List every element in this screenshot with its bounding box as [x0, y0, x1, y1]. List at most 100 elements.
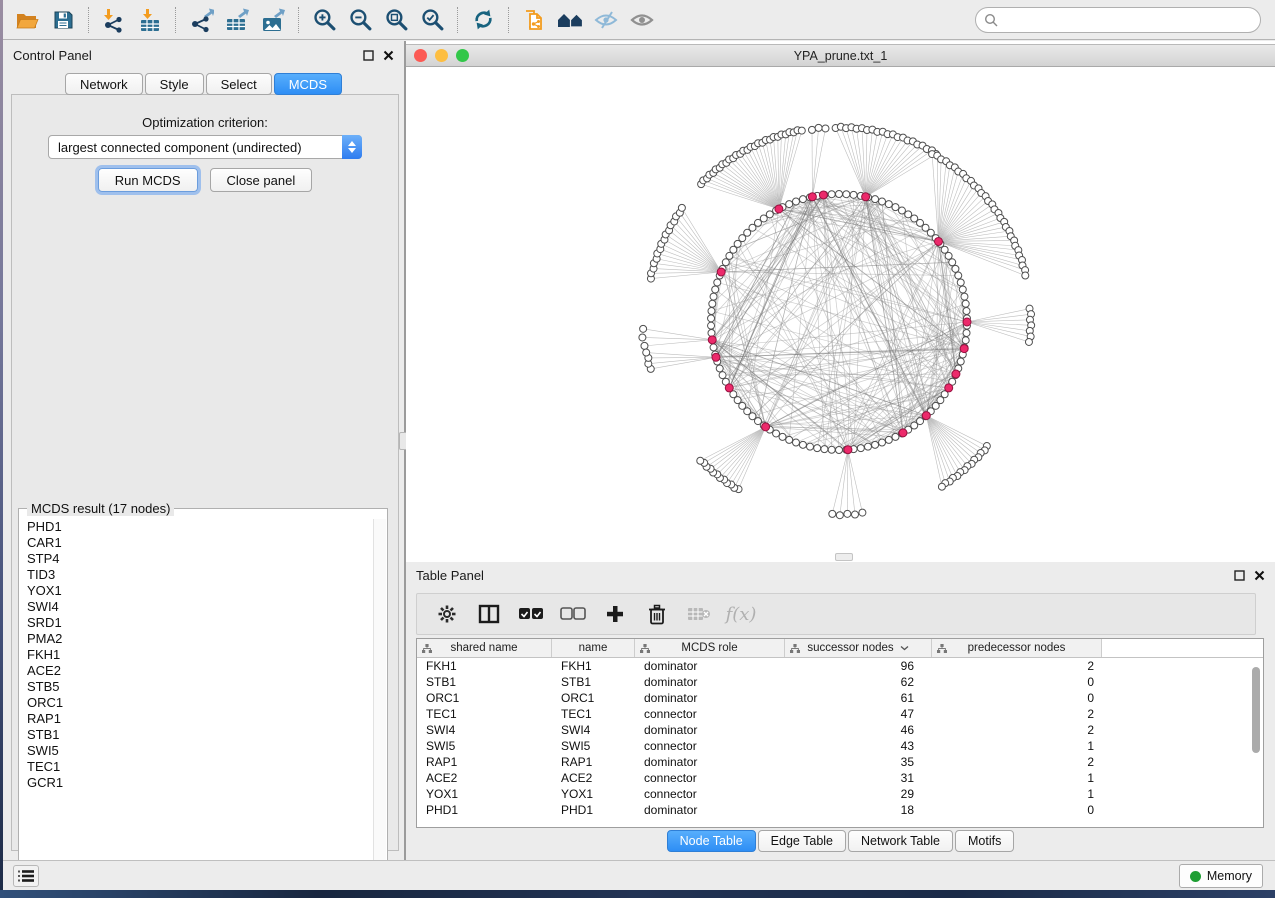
- table-cell: dominator: [635, 754, 785, 770]
- table-row[interactable]: ORC1ORC1dominator610: [417, 690, 1263, 706]
- delete-column-button[interactable]: [643, 600, 671, 628]
- mcds-node-item[interactable]: PMA2: [20, 631, 372, 647]
- deselect-all-rows-button[interactable]: [559, 600, 587, 628]
- refresh-button[interactable]: [465, 4, 501, 36]
- delete-table-icon: [687, 606, 711, 622]
- table-cell: connector: [635, 738, 785, 754]
- memory-status-dot: [1190, 871, 1201, 882]
- table-cell: TEC1: [417, 706, 552, 722]
- show-column-panel-button[interactable]: [475, 600, 503, 628]
- mcds-node-item[interactable]: RAP1: [20, 711, 372, 727]
- mcds-node-item[interactable]: ORC1: [20, 695, 372, 711]
- memory-label: Memory: [1207, 869, 1252, 883]
- main-toolbar: [3, 0, 1275, 40]
- mcds-node-item[interactable]: YOX1: [20, 583, 372, 599]
- table-cell: dominator: [635, 690, 785, 706]
- toolbar-separator: [508, 7, 509, 33]
- import-table-button[interactable]: [132, 4, 168, 36]
- zoom-in-button[interactable]: [306, 4, 342, 36]
- mcds-node-item[interactable]: FKH1: [20, 647, 372, 663]
- table-row[interactable]: STB1STB1dominator620: [417, 674, 1263, 690]
- column-label: predecessor nodes: [968, 642, 1066, 654]
- table-row[interactable]: ACE2ACE2connector311: [417, 770, 1263, 786]
- import-network-button[interactable]: [96, 4, 132, 36]
- optimization-criterion-value: largest connected component (undirected): [49, 140, 342, 155]
- create-column-button[interactable]: [601, 600, 629, 628]
- toolbar-separator: [457, 7, 458, 33]
- mcds-node-item[interactable]: STB1: [20, 727, 372, 743]
- duplicate-network-button[interactable]: [516, 4, 552, 36]
- run-mcds-button[interactable]: Run MCDS: [98, 168, 198, 192]
- table-cell: TEC1: [552, 706, 635, 722]
- column-header-successor-nodes[interactable]: successor nodes: [785, 639, 932, 657]
- table-scrollbar-thumb[interactable]: [1252, 667, 1260, 753]
- close-panel-button[interactable]: Close panel: [210, 168, 313, 192]
- table-row[interactable]: FKH1FKH1dominator962: [417, 658, 1263, 674]
- tab-edge-table[interactable]: Edge Table: [758, 830, 846, 852]
- optimization-criterion-select[interactable]: largest connected component (undirected): [48, 135, 362, 159]
- table-cell: 43: [785, 738, 932, 754]
- close-panel-icon[interactable]: [383, 50, 394, 61]
- close-panel-icon[interactable]: [1254, 570, 1265, 581]
- float-panel-icon[interactable]: [1234, 570, 1245, 581]
- mcds-node-item[interactable]: SRD1: [20, 615, 372, 631]
- tab-mcds[interactable]: MCDS: [274, 73, 342, 95]
- tab-network-table[interactable]: Network Table: [848, 830, 953, 852]
- network-canvas[interactable]: [406, 68, 1275, 562]
- zoom-out-icon: [348, 7, 373, 32]
- show-all-button[interactable]: [624, 4, 660, 36]
- table-row[interactable]: TEC1TEC1connector472: [417, 706, 1263, 722]
- network-titlebar[interactable]: YPA_prune.txt_1: [406, 44, 1275, 67]
- hide-selected-button[interactable]: [588, 4, 624, 36]
- column-header-name[interactable]: name: [552, 639, 635, 657]
- tab-style[interactable]: Style: [145, 73, 204, 95]
- search-input[interactable]: [1004, 13, 1260, 28]
- export-image-button[interactable]: [255, 4, 291, 36]
- tab-network[interactable]: Network: [65, 73, 143, 95]
- table-row[interactable]: YOX1YOX1connector291: [417, 786, 1263, 802]
- zoom-out-button[interactable]: [342, 4, 378, 36]
- mcds-node-item[interactable]: ACE2: [20, 663, 372, 679]
- memory-button[interactable]: Memory: [1179, 864, 1263, 888]
- horizontal-splitter-grip[interactable]: [835, 553, 853, 561]
- table-row[interactable]: SWI5SWI5connector431: [417, 738, 1263, 754]
- tab-select[interactable]: Select: [206, 73, 272, 95]
- zoom-selected-button[interactable]: [414, 4, 450, 36]
- save-session-button[interactable]: [45, 4, 81, 36]
- column-header-predecessor-nodes[interactable]: predecessor nodes: [932, 639, 1102, 657]
- table-row[interactable]: SWI4SWI4dominator462: [417, 722, 1263, 738]
- mcds-node-item[interactable]: SWI5: [20, 743, 372, 759]
- mcds-node-item[interactable]: SWI4: [20, 599, 372, 615]
- mcds-node-item[interactable]: STB5: [20, 679, 372, 695]
- table-cell: 1: [932, 738, 1102, 754]
- table-row[interactable]: PHD1PHD1dominator180: [417, 802, 1263, 818]
- mcds-list-scrollbar[interactable]: [373, 519, 386, 878]
- mcds-node-item[interactable]: PHD1: [20, 519, 372, 535]
- first-neighbors-button[interactable]: [552, 4, 588, 36]
- mcds-result-box: MCDS result (17 nodes) PHD1CAR1STP4TID3Y…: [18, 508, 388, 880]
- mcds-node-item[interactable]: TEC1: [20, 759, 372, 775]
- mcds-node-item[interactable]: STP4: [20, 551, 372, 567]
- export-table-button[interactable]: [219, 4, 255, 36]
- select-all-rows-button[interactable]: [517, 600, 545, 628]
- tab-node-table[interactable]: Node Table: [667, 830, 756, 852]
- search-field[interactable]: [975, 7, 1261, 33]
- mcds-node-item[interactable]: TID3: [20, 567, 372, 583]
- zoom-fit-button[interactable]: [378, 4, 414, 36]
- mcds-node-item[interactable]: CAR1: [20, 535, 372, 551]
- float-panel-icon[interactable]: [363, 50, 374, 61]
- task-history-button[interactable]: [13, 865, 39, 887]
- table-cell: dominator: [635, 722, 785, 738]
- tab-motifs[interactable]: Motifs: [955, 830, 1014, 852]
- column-header-MCDS-role[interactable]: MCDS role: [635, 639, 785, 657]
- network-graph[interactable]: [406, 68, 1275, 562]
- table-cell: 96: [785, 658, 932, 674]
- zoom-selected-icon: [420, 7, 445, 32]
- mcds-result-list[interactable]: PHD1CAR1STP4TID3YOX1SWI4SRD1PMA2FKH1ACE2…: [20, 519, 372, 878]
- mcds-node-item[interactable]: GCR1: [20, 775, 372, 791]
- open-file-button[interactable]: [9, 4, 45, 36]
- table-settings-button[interactable]: [433, 600, 461, 628]
- column-header-shared-name[interactable]: shared name: [417, 639, 552, 657]
- export-network-button[interactable]: [183, 4, 219, 36]
- table-row[interactable]: RAP1RAP1dominator352: [417, 754, 1263, 770]
